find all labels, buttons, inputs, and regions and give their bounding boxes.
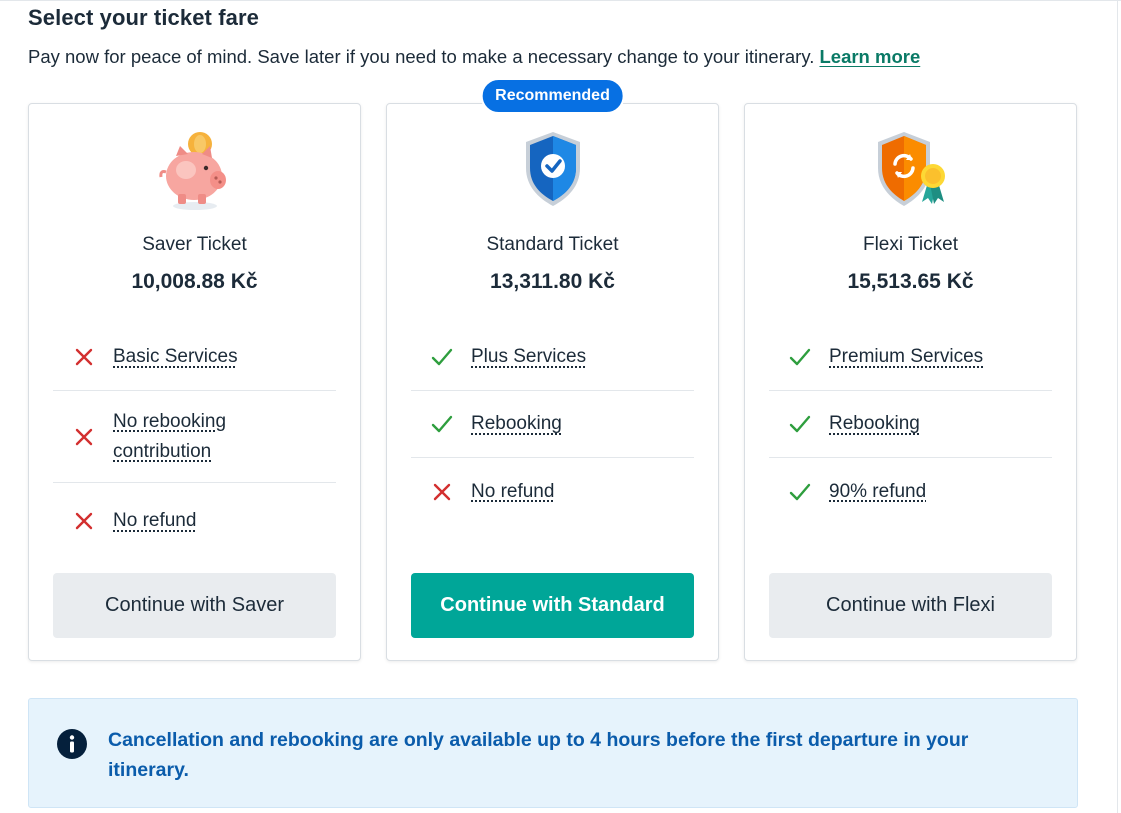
check-icon xyxy=(785,482,815,502)
fare-name: Flexi Ticket xyxy=(862,234,959,255)
fare-name: Standard Ticket xyxy=(486,234,619,255)
feature-label[interactable]: Rebooking xyxy=(829,409,920,439)
feature-row: 90% refund xyxy=(769,458,1052,525)
shield-check-icon xyxy=(525,132,580,206)
learn-more-link[interactable]: Learn more xyxy=(819,46,920,67)
feature-list: Plus Services Rebooking No refund xyxy=(411,324,694,525)
info-icon xyxy=(57,729,87,759)
feature-row: No refund xyxy=(53,483,336,559)
feature-label[interactable]: No refund xyxy=(471,477,554,507)
check-icon xyxy=(785,347,815,367)
feature-label[interactable]: Rebooking xyxy=(471,409,562,439)
continue-flexi-button[interactable]: Continue with Flexi xyxy=(769,573,1052,638)
subtitle-text: Pay now for peace of mind. Save later if… xyxy=(28,46,815,67)
check-icon xyxy=(785,414,815,434)
page-subtitle: Pay now for peace of mind. Save later if… xyxy=(28,46,920,68)
fare-selection-page: Select your ticket fare Pay now for peac… xyxy=(0,0,1121,813)
cross-icon xyxy=(69,511,99,531)
fare-price: 15,513.65 Kč xyxy=(847,270,974,293)
feature-label[interactable]: Premium Services xyxy=(829,342,983,372)
feature-label[interactable]: No refund xyxy=(113,506,196,536)
fare-card-standard[interactable]: Recommended Standard Ticket 13,311.80 Kč… xyxy=(386,78,719,661)
feature-label[interactable]: 90% refund xyxy=(829,477,926,507)
feature-row: Basic Services xyxy=(53,324,336,391)
feature-row: Rebooking xyxy=(411,391,694,458)
piggy-bank-icon xyxy=(158,132,226,210)
top-divider xyxy=(0,0,1121,1)
feature-row: Rebooking xyxy=(769,391,1052,458)
continue-saver-button[interactable]: Continue with Saver xyxy=(53,573,336,638)
recommended-badge: Recommended xyxy=(480,78,625,114)
feature-row: Premium Services xyxy=(769,324,1052,391)
shield-refresh-award-icon xyxy=(877,132,945,206)
fare-price: 13,311.80 Kč xyxy=(490,270,615,293)
feature-label[interactable]: Plus Services xyxy=(471,342,586,372)
feature-row: No rebooking contribution xyxy=(53,391,336,483)
right-divider xyxy=(1117,0,1118,813)
fare-card-flexi[interactable]: Flexi Ticket 15,513.65 Kč Premium Servic… xyxy=(744,103,1077,661)
page-title: Select your ticket fare xyxy=(28,5,259,30)
check-icon xyxy=(427,347,457,367)
cross-icon xyxy=(427,482,457,502)
fare-price: 10,008.88 Kč xyxy=(131,270,258,293)
fare-card-saver[interactable]: Saver Ticket 10,008.88 Kč Basic Services… xyxy=(28,103,361,661)
feature-label[interactable]: Basic Services xyxy=(113,342,238,372)
notice-text: Cancellation and rebooking are only avai… xyxy=(108,729,969,781)
fare-name: Saver Ticket xyxy=(142,234,247,255)
feature-label[interactable]: No rebooking contribution xyxy=(113,407,263,467)
feature-list: Premium Services Rebooking 90% refund xyxy=(769,324,1052,525)
check-icon xyxy=(427,414,457,434)
cross-icon xyxy=(69,427,99,447)
continue-standard-button[interactable]: Continue with Standard xyxy=(411,573,694,638)
info-notice: Cancellation and rebooking are only avai… xyxy=(28,698,1078,808)
cross-icon xyxy=(69,347,99,367)
feature-list: Basic Services No rebooking contribution… xyxy=(53,324,336,559)
feature-row: Plus Services xyxy=(411,324,694,391)
feature-row: No refund xyxy=(411,458,694,525)
